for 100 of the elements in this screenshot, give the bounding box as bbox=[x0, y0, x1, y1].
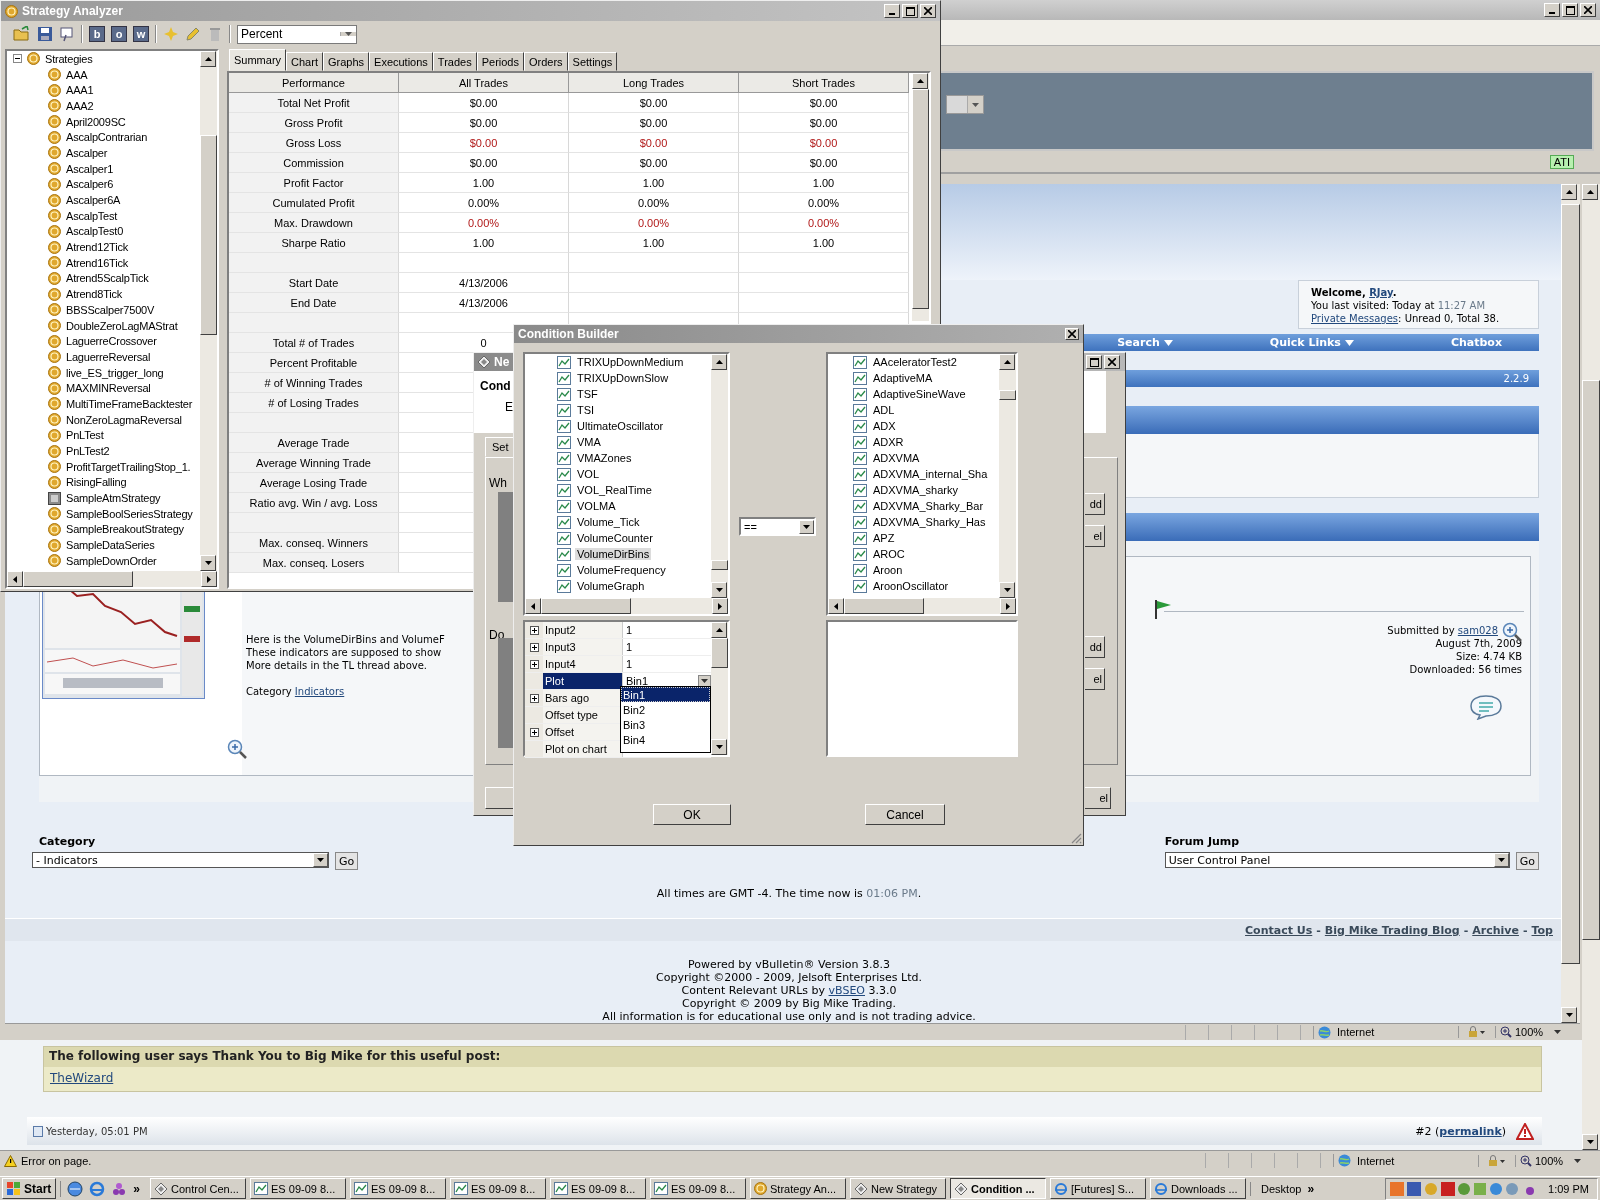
property-name[interactable]: Input3 bbox=[543, 639, 623, 655]
tree-item[interactable]: RisingFalling bbox=[7, 474, 200, 491]
list-item[interactable]: VOLMA bbox=[557, 498, 711, 514]
tab[interactable]: Summary bbox=[229, 49, 287, 71]
submitter-link[interactable]: sam028 bbox=[1457, 625, 1498, 636]
button[interactable]: dd bbox=[1085, 493, 1105, 515]
property-value[interactable]: 1 bbox=[623, 622, 711, 638]
category-select[interactable]: - Indicators bbox=[32, 852, 329, 868]
tree-item[interactable]: AscalpTest bbox=[7, 207, 200, 224]
button[interactable]: dd bbox=[1085, 636, 1105, 658]
menu-option[interactable]: Bin1 bbox=[621, 687, 710, 702]
tree-item[interactable]: AAA1 bbox=[7, 82, 200, 99]
tab[interactable]: Trades bbox=[432, 52, 477, 71]
tree-item[interactable]: NonZeroLagmaReversal bbox=[7, 411, 200, 428]
tree-item[interactable]: Atrend5ScalpTick bbox=[7, 270, 200, 287]
footer-link[interactable]: Big Mike Trading Blog bbox=[1324, 923, 1460, 937]
list-item[interactable]: AroonOscillator bbox=[853, 578, 999, 594]
list-item[interactable]: ADXR bbox=[853, 434, 999, 450]
list-item[interactable]: ADL bbox=[853, 402, 999, 418]
property-value[interactable]: 1 bbox=[623, 656, 711, 672]
list-item[interactable]: VolumeDirBins bbox=[557, 546, 711, 562]
column-header[interactable]: Performance bbox=[229, 73, 399, 93]
operator-select[interactable]: == bbox=[739, 517, 816, 536]
tree-item[interactable]: PnLTest2 bbox=[7, 443, 200, 459]
taskbar-button[interactable]: ES 09-09 8... bbox=[250, 1178, 347, 1199]
tab[interactable]: Periods bbox=[476, 52, 524, 71]
taskbar-button[interactable]: Strategy An... bbox=[750, 1178, 847, 1199]
menu-option[interactable]: Bin3 bbox=[621, 717, 710, 732]
list-item[interactable]: AdaptiveSineWave bbox=[853, 386, 999, 402]
taskbar-button[interactable]: ES 09-09 8... bbox=[450, 1178, 547, 1199]
tree-item[interactable]: AAA bbox=[7, 66, 200, 83]
tab[interactable]: Graphs bbox=[322, 52, 370, 71]
tree-item[interactable]: live_ES_trigger_long bbox=[7, 364, 200, 381]
tree-item[interactable]: DoubleZeroLagMAStrat bbox=[7, 317, 200, 334]
button[interactable]: el bbox=[1085, 668, 1105, 690]
list-item[interactable]: ADXVMA_Sharky_Bar bbox=[853, 498, 999, 514]
taskbar-button[interactable]: Condition ... bbox=[950, 1178, 1047, 1199]
go-button[interactable]: Go bbox=[335, 852, 359, 870]
tree-item[interactable]: AAA2 bbox=[7, 98, 200, 114]
button[interactable]: el bbox=[1085, 787, 1111, 809]
column-header[interactable]: All Trades bbox=[399, 73, 569, 93]
list-item[interactable]: TRIXUpDownSlow bbox=[557, 370, 711, 386]
property-name[interactable]: Input4 bbox=[543, 656, 623, 672]
property-name[interactable]: Bars ago bbox=[543, 690, 623, 706]
list-item[interactable]: ADXVMA_sharky bbox=[853, 482, 999, 498]
tree-item[interactable]: PnLTest bbox=[7, 427, 200, 444]
taskbar-button[interactable]: [Futures] S... bbox=[1050, 1178, 1147, 1199]
list-item[interactable]: VMAZones bbox=[557, 450, 711, 466]
list-item[interactable]: VolumeFrequency bbox=[557, 562, 711, 578]
list-item[interactable]: Volume_Tick bbox=[557, 514, 711, 530]
list-item[interactable]: UltimateOscillator bbox=[557, 418, 711, 434]
ok-button[interactable]: OK bbox=[653, 804, 731, 825]
tree-item[interactable]: BBSScalper7500V bbox=[7, 302, 200, 318]
tree-item[interactable]: SampleAtmStrategy bbox=[7, 490, 200, 506]
menu-option[interactable]: Bin2 bbox=[621, 702, 710, 717]
list-item[interactable]: TRIXUpDownMedium bbox=[557, 354, 711, 370]
dropdown[interactable]: Percent bbox=[237, 24, 357, 44]
list-item[interactable]: ADX bbox=[853, 418, 999, 434]
list-item[interactable]: VOL_RealTime bbox=[557, 482, 711, 498]
taskbar-button[interactable]: Downloads ... bbox=[1150, 1178, 1247, 1199]
column-header[interactable]: Short Trades bbox=[739, 73, 909, 93]
footer-link[interactable]: Archive bbox=[1472, 923, 1519, 937]
nav-link[interactable]: Chatbox bbox=[1450, 336, 1502, 349]
more-button[interactable]: » bbox=[1307, 1181, 1315, 1196]
go-button[interactable]: Go bbox=[1515, 852, 1539, 870]
property-name[interactable]: Offset type bbox=[543, 707, 623, 723]
tree-item[interactable]: ProfitTargetTrailingStop_1. bbox=[7, 458, 200, 475]
tree-item[interactable]: MultiTimeFrameBacktester bbox=[7, 396, 200, 412]
property-name[interactable]: Offset bbox=[543, 724, 623, 740]
tree-item[interactable]: Atrend8Tick bbox=[7, 286, 200, 302]
tab[interactable]: Executions bbox=[369, 52, 433, 71]
tab[interactable]: Settings bbox=[567, 52, 618, 71]
category-link[interactable]: Indicators bbox=[294, 686, 345, 697]
list-item[interactable]: VolumeGraph bbox=[557, 578, 711, 594]
permalink-link[interactable]: permalink bbox=[1439, 1124, 1502, 1138]
tree-item[interactable]: Ascalper6A bbox=[7, 192, 200, 208]
vbseo-link[interactable]: vBSEO bbox=[828, 984, 865, 997]
tree-item[interactable]: LaguerreReversal bbox=[7, 349, 200, 365]
taskbar-button[interactable]: ES 09-09 8... bbox=[550, 1178, 647, 1199]
property-value[interactable]: 1 bbox=[623, 639, 711, 655]
list-item[interactable]: Aroon bbox=[853, 562, 999, 578]
more-button[interactable]: » bbox=[133, 1181, 141, 1196]
list-item[interactable]: AROC bbox=[853, 546, 999, 562]
start-button[interactable]: Start bbox=[2, 1178, 57, 1199]
list-item[interactable]: ADXVMA_Sharky_Has bbox=[853, 514, 999, 530]
tree-item[interactable]: Ascalper1 bbox=[7, 160, 200, 177]
zoom-level[interactable]: 100% bbox=[1515, 1154, 1600, 1167]
tree-item[interactable]: Atrend16Tick bbox=[7, 254, 200, 271]
toolbar-button[interactable]: b bbox=[89, 26, 105, 42]
column-header[interactable]: Long Trades bbox=[569, 73, 739, 93]
list-item[interactable]: ADXVMA bbox=[853, 450, 999, 466]
footer-link[interactable]: Contact Us bbox=[1245, 923, 1313, 937]
tree-item[interactable]: MAXMINReversal bbox=[7, 380, 200, 397]
tree-item[interactable]: AscalpTest0 bbox=[7, 223, 200, 240]
property-name[interactable]: Input2 bbox=[543, 622, 623, 638]
footer-link[interactable]: Top bbox=[1531, 923, 1553, 937]
tree-item[interactable]: Strategies bbox=[7, 51, 200, 67]
tab[interactable]: Chart bbox=[286, 52, 323, 71]
tree-item[interactable]: SampleBoolSeriesStrategy bbox=[7, 505, 200, 522]
tab[interactable]: Orders bbox=[524, 52, 568, 71]
